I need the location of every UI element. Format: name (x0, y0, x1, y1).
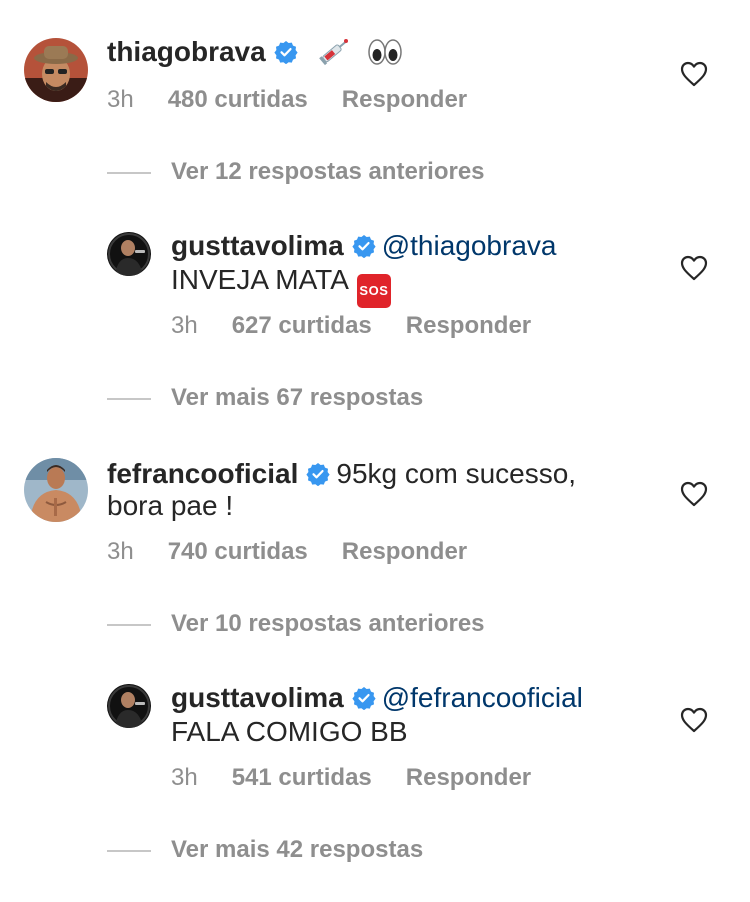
view-more-replies[interactable]: Ver mais 67 respostas (107, 384, 423, 412)
reply-text: FALA COMIGO BB (171, 716, 408, 747)
reply-body: INVEJA MATA (171, 264, 349, 295)
comment-meta: 3h 740 curtidas Responder (107, 538, 467, 566)
view-previous-replies[interactable]: Ver 10 respostas anteriores (107, 610, 485, 638)
timestamp: 3h (107, 86, 134, 113)
view-previous-replies-label[interactable]: Ver 12 respostas anteriores (171, 158, 485, 185)
thread-divider (107, 171, 151, 174)
reply-meta: 3h 627 curtidas Responder (171, 312, 531, 340)
reply-header: gusttavolima @fefrancooficial (171, 680, 583, 716)
reply-meta: 3h 541 curtidas Responder (171, 764, 531, 792)
timestamp: 3h (171, 764, 198, 791)
heart-icon[interactable] (680, 255, 708, 281)
verified-badge-icon (352, 686, 376, 710)
thread-divider (107, 623, 151, 626)
username[interactable]: gusttavolima (171, 682, 344, 713)
mention-link[interactable]: @thiagobrava (382, 230, 557, 261)
heart-icon[interactable] (680, 61, 708, 87)
avatar-gusttavolima[interactable] (107, 684, 151, 728)
avatar-fefrancooficial[interactable] (24, 458, 88, 522)
likes-count[interactable]: 627 curtidas (232, 312, 372, 339)
avatar-thiagobrava[interactable] (24, 38, 88, 102)
view-more-replies-label[interactable]: Ver mais 67 respostas (171, 384, 423, 411)
verified-badge-icon (274, 40, 298, 64)
avatar-gusttavolima[interactable] (107, 232, 151, 276)
eyes-icon (367, 38, 403, 75)
timestamp: 3h (171, 312, 198, 339)
comment-header: thiagobrava (107, 34, 403, 75)
verified-badge-icon (352, 234, 376, 258)
comment-meta: 3h 480 curtidas Responder (107, 86, 467, 114)
reply-button[interactable]: Responder (406, 764, 531, 791)
reply-button[interactable]: Responder (342, 86, 467, 113)
heart-icon[interactable] (680, 707, 708, 733)
sos-icon: SOS (356, 274, 391, 308)
view-more-replies[interactable]: Ver mais 42 respostas (107, 836, 423, 864)
likes-count[interactable]: 740 curtidas (168, 538, 308, 565)
reply-button[interactable]: Responder (342, 538, 467, 565)
verified-badge-icon (306, 462, 330, 486)
comment-text-line2: bora pae ! (107, 490, 234, 521)
reply-header: gusttavolima @thiagobrava (171, 228, 556, 264)
reply-button[interactable]: Responder (406, 312, 531, 339)
syringe-icon (317, 36, 351, 75)
likes-count[interactable]: 541 curtidas (232, 764, 372, 791)
timestamp: 3h (107, 538, 134, 565)
view-previous-replies[interactable]: Ver 12 respostas anteriores (107, 158, 485, 186)
view-previous-replies-label[interactable]: Ver 10 respostas anteriores (171, 610, 485, 637)
heart-icon[interactable] (680, 481, 708, 507)
comment-text-line1: 95kg com sucesso, (336, 458, 577, 489)
username[interactable]: gusttavolima (171, 230, 344, 261)
view-more-replies-label[interactable]: Ver mais 42 respostas (171, 836, 423, 863)
mention-link[interactable]: @fefrancooficial (382, 682, 583, 713)
username[interactable]: fefrancooficial (107, 458, 298, 489)
username[interactable]: thiagobrava (107, 36, 266, 67)
comment-header: fefrancooficial 95kg com sucesso, (107, 456, 576, 492)
thread-divider (107, 849, 151, 852)
likes-count[interactable]: 480 curtidas (168, 86, 308, 113)
thread-divider (107, 397, 151, 400)
reply-text: INVEJA MATA SOS (171, 263, 391, 308)
